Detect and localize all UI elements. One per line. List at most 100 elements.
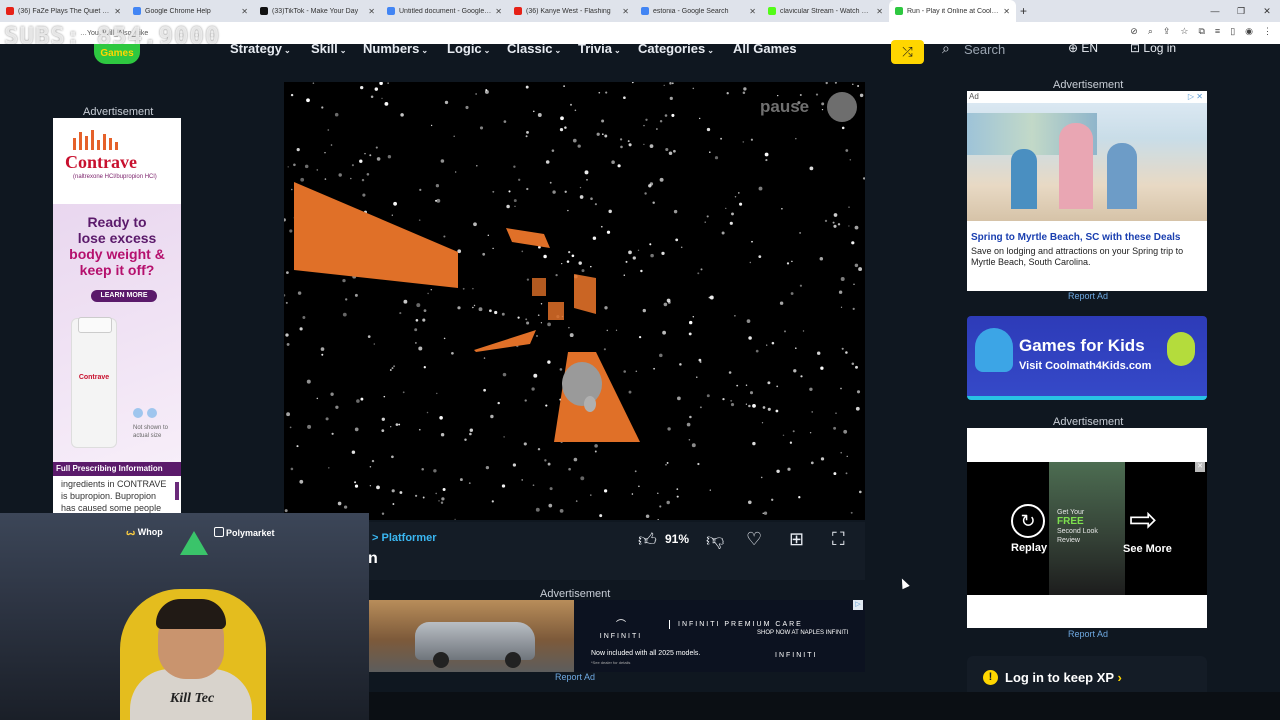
search-box[interactable]: ⌕ xyxy=(940,40,1050,62)
medication-bottle: Contrave xyxy=(71,317,117,448)
close-tab-icon[interactable]: ✕ xyxy=(495,7,502,16)
fullscreen-icon[interactable]: ⛶ xyxy=(832,529,845,550)
close-window-button[interactable]: ✕ xyxy=(1254,6,1280,17)
language-selector[interactable]: ⊕ EN xyxy=(1068,41,1098,55)
eye-off-icon[interactable]: ⊘ xyxy=(1130,26,1138,37)
login-xp-bar[interactable]: ! Log in to keep XP › xyxy=(967,656,1207,692)
runner-leg xyxy=(584,396,596,412)
close-tab-icon[interactable]: ✕ xyxy=(1003,7,1010,16)
chevron-down-icon: ⌄ xyxy=(613,46,621,55)
video-thumb-text: Get Your FREE Second Look Review xyxy=(1057,509,1098,544)
chevron-down-icon: ⌄ xyxy=(421,46,429,55)
login-link[interactable]: ⊡ Log in xyxy=(1130,41,1176,55)
zoom-icon[interactable]: ⌕ xyxy=(1148,26,1153,37)
bottom-ad[interactable]: ⌒ INFINITI INFINITI PREMIUM CARE Now incl… xyxy=(369,600,865,672)
ad-headline: Ready to lose excess body weight & keep … xyxy=(69,214,165,278)
nav-skill[interactable]: Skill ⌄ xyxy=(311,41,346,56)
report-ad-link[interactable]: Report Ad xyxy=(1068,629,1108,639)
menu-icon[interactable]: ⋮ xyxy=(1263,26,1272,37)
browser-tab[interactable]: Google Chrome Help ✕ xyxy=(127,0,254,22)
octopus-mascot-icon xyxy=(975,328,1013,372)
right-video-ad[interactable]: Get Your FREE Second Look Review ↻ Repla… xyxy=(967,428,1207,628)
browser-tab[interactable]: clavicular Stream - Watch Live ✕ xyxy=(762,0,889,22)
close-tab-icon[interactable]: ✕ xyxy=(622,7,629,16)
media-icon[interactable]: ≡ xyxy=(1215,26,1220,37)
ad-label: Advertisement xyxy=(83,106,154,118)
adchoices-icon[interactable]: ▷ ✕ xyxy=(1188,92,1203,101)
exclamation-icon: ! xyxy=(983,670,998,685)
rating-percent: 91% xyxy=(665,532,690,546)
ad-headline-link[interactable]: Spring to Myrtle Beach, SC with these De… xyxy=(971,232,1207,243)
split-icon[interactable]: ▯ xyxy=(1230,26,1235,37)
extensions-icon[interactable]: ⧉ xyxy=(1198,26,1204,37)
replay-button[interactable]: Replay xyxy=(1011,542,1047,554)
nav-all-games[interactable]: All Games xyxy=(733,41,797,56)
see-more-button[interactable]: See More xyxy=(1123,543,1172,555)
close-icon[interactable]: ✕ xyxy=(1195,462,1205,472)
new-tab-button[interactable]: + xyxy=(1020,4,1027,18)
game-canvas[interactable] xyxy=(284,82,865,520)
search-icon: ⌕ xyxy=(942,40,950,56)
chevron-down-icon: ⌄ xyxy=(707,46,714,55)
shuffle-button[interactable]: ⤮ xyxy=(891,40,924,64)
ad-label: Advertisement xyxy=(1053,79,1124,91)
nav-trivia[interactable]: Trivia ⌄ xyxy=(578,41,621,56)
profile-icon[interactable]: ◉ xyxy=(1245,26,1253,37)
maximize-button[interactable]: ❐ xyxy=(1228,6,1254,17)
dislike-icon[interactable]: 👎︎ xyxy=(706,529,724,551)
games-for-kids-banner[interactable]: Games for Kids Visit Coolmath4Kids.com xyxy=(967,316,1207,400)
isi-scrollbar[interactable] xyxy=(175,482,179,500)
report-ad-link[interactable]: Report Ad xyxy=(1068,291,1108,301)
nav-logic[interactable]: Logic ⌄ xyxy=(447,41,490,56)
browser-toolbar: ⊘ ⌕ ⇪ ☆ ⧉ ≡ ▯ ◉ ⋮ xyxy=(1130,26,1272,37)
shop-now-text[interactable]: SHOP NOW AT NAPLES INFINITI xyxy=(757,630,848,636)
nav-categories[interactable]: Categories ⌄ xyxy=(638,41,714,56)
infiniti-logo: ⌒ INFINITI xyxy=(591,616,651,640)
share-icon[interactable]: ⇪ xyxy=(1163,26,1171,37)
nav-classic[interactable]: Classic ⌄ xyxy=(507,41,561,56)
browser-tab[interactable]: (36) FaZe Plays The Quiet Place ✕ xyxy=(0,0,127,22)
learn-more-button[interactable]: LEARN MORE xyxy=(91,290,157,302)
nav-strategy[interactable]: Strategy ⌄ xyxy=(230,41,291,56)
chevron-down-icon: ⌄ xyxy=(339,46,347,55)
minimize-button[interactable]: — xyxy=(1202,6,1228,16)
close-tab-icon[interactable]: ✕ xyxy=(876,7,883,16)
nav-numbers[interactable]: Numbers ⌄ xyxy=(363,41,428,56)
mouse-cursor-icon xyxy=(898,576,910,590)
like-icon[interactable]: 👍︎ xyxy=(638,529,657,551)
infiniti-wordmark: INFINITI xyxy=(775,652,818,659)
star-icon[interactable]: ☆ xyxy=(1180,26,1188,37)
close-tab-icon[interactable]: ✕ xyxy=(749,7,756,16)
arrow-right-icon[interactable]: ⇨ xyxy=(1129,500,1158,540)
tab-favicon-icon xyxy=(6,7,14,15)
right-ad-myrtle-beach[interactable]: Ad ▷ ✕ Spring to Myrtle Beach, SC with t… xyxy=(967,91,1207,291)
tab-favicon-icon xyxy=(514,7,522,15)
xp-label: Log in to keep XP › xyxy=(1005,670,1122,685)
site-logo[interactable]: Games xyxy=(94,44,140,64)
ad-tag: Ad xyxy=(969,92,979,101)
browser-tab[interactable]: Run - Play it Online at Coolmath ✕ xyxy=(889,0,1016,22)
pause-circle-icon[interactable] xyxy=(827,92,857,122)
close-tab-icon[interactable]: ✕ xyxy=(114,7,121,16)
tab-favicon-icon xyxy=(387,7,395,15)
browser-tab[interactable]: (36) Kanye West - Flashing ✕ xyxy=(508,0,635,22)
pause-button[interactable]: pause xyxy=(760,97,809,117)
platform-left xyxy=(294,182,458,288)
favorite-heart-icon[interactable]: ♡ xyxy=(746,529,762,550)
close-tab-icon[interactable]: ✕ xyxy=(368,7,375,16)
pill-dots xyxy=(133,408,157,418)
breadcrumb-platformer[interactable]: > Platformer xyxy=(372,532,437,544)
not-shown-note: Not shown to actual size xyxy=(133,425,169,439)
close-tab-icon[interactable]: ✕ xyxy=(241,7,248,16)
add-to-playlist-icon[interactable]: ⊞ xyxy=(789,529,804,550)
prescribing-info-link[interactable]: Full Prescribing Information xyxy=(53,462,181,476)
adchoices-icon[interactable]: ▷ xyxy=(853,600,863,610)
browser-tab[interactable]: estonia - Google Search ✕ xyxy=(635,0,762,22)
browser-tab[interactable]: Untitled document - Google Docs✕ xyxy=(381,0,508,22)
browser-tab[interactable]: (33)TikTok - Make Your Day ✕ xyxy=(254,0,381,22)
search-input[interactable] xyxy=(964,40,1048,58)
replay-icon[interactable]: ↻ xyxy=(1011,504,1045,538)
left-ad[interactable]: Contrave (naltrexone HCl/bupropion HCl) … xyxy=(53,118,181,513)
report-ad-link[interactable]: Report Ad xyxy=(555,672,595,682)
chevron-down-icon: ⌄ xyxy=(554,46,562,55)
